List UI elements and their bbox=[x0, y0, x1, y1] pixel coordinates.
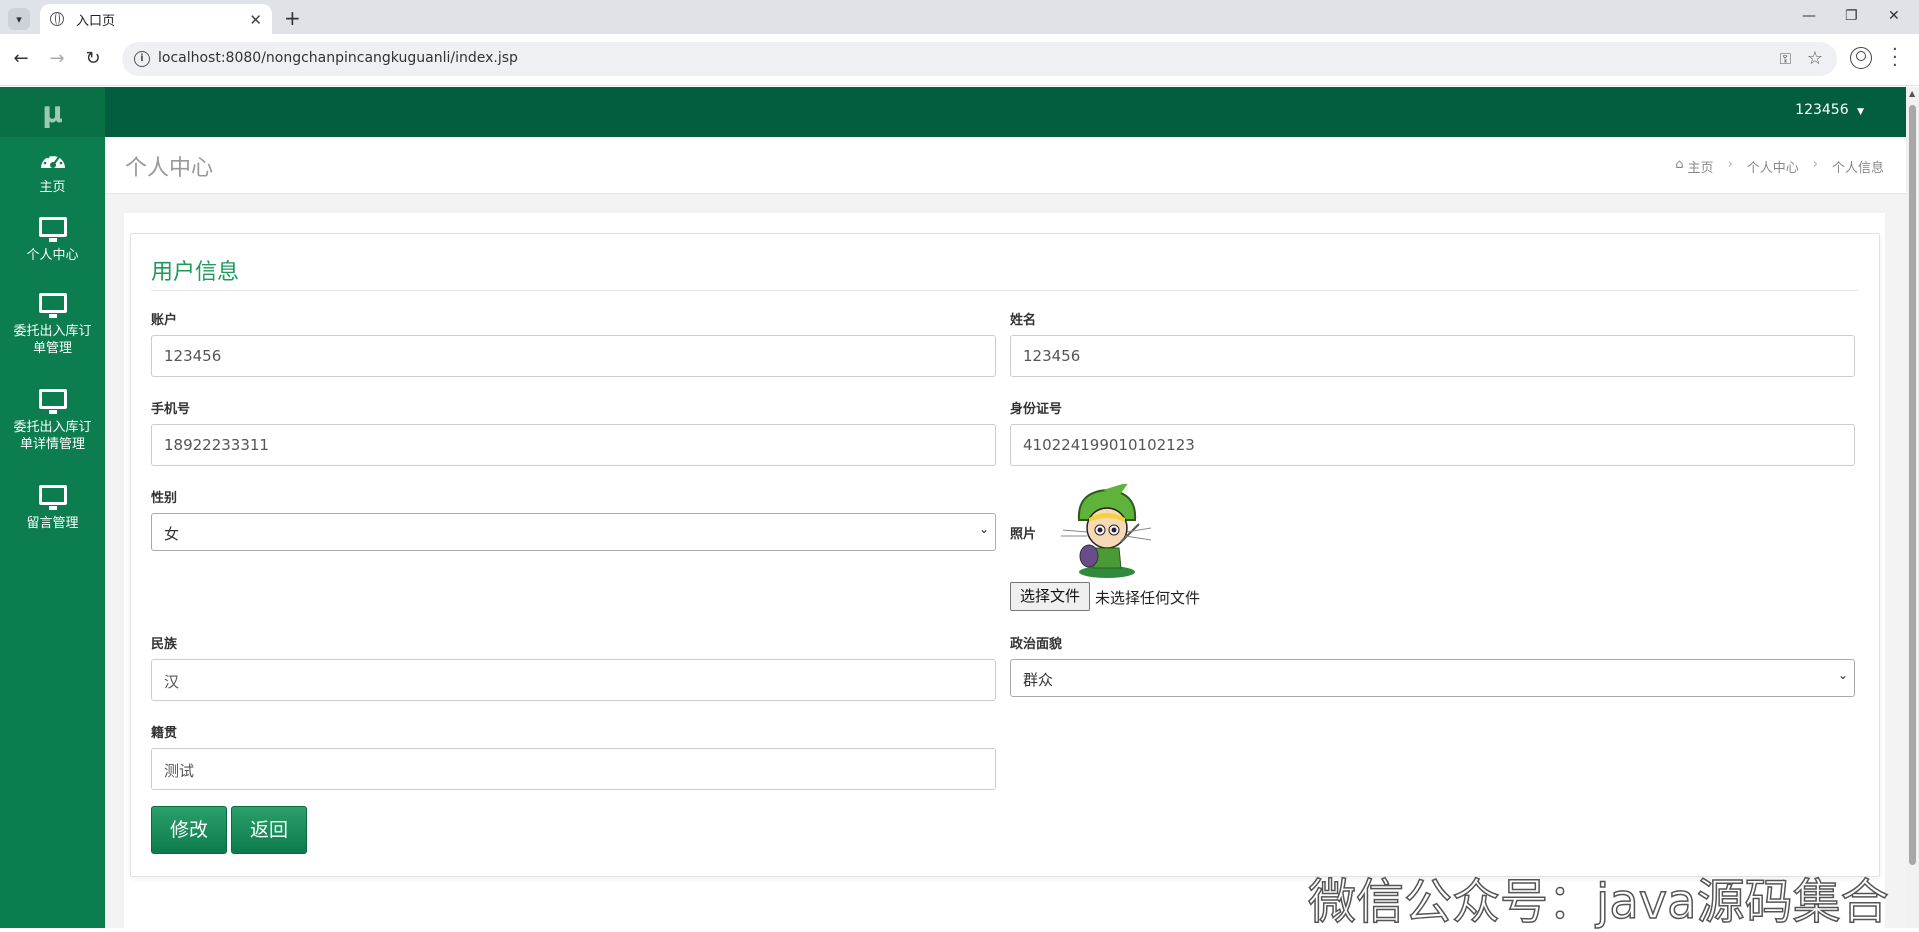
chevron-right-icon: › bbox=[1727, 157, 1733, 172]
phone-input[interactable]: 18922233311 bbox=[151, 424, 996, 466]
file-status: 未选择任何文件 bbox=[1095, 589, 1201, 607]
sidebar-item-personal-center[interactable]: 个人中心 bbox=[0, 217, 105, 287]
back-button[interactable]: 返回 bbox=[231, 806, 307, 854]
close-window-icon[interactable]: ✕ bbox=[1888, 8, 1900, 24]
new-tab-icon[interactable]: + bbox=[284, 6, 301, 30]
photo-label: 照片 bbox=[1010, 527, 1037, 542]
account-label: 账户 bbox=[151, 313, 178, 328]
sidebar-item-label: 主页 bbox=[39, 180, 66, 195]
sidebar-item-label: 委托出入库订单详情管理 bbox=[13, 420, 92, 452]
id-number-label: 身份证号 bbox=[1010, 402, 1063, 417]
chevron-right-icon: › bbox=[1812, 157, 1818, 172]
tab-title: 入口页 bbox=[76, 13, 116, 29]
scrollbar[interactable]: ▲ bbox=[1906, 87, 1919, 928]
card-title: 用户信息 bbox=[151, 260, 240, 285]
dashboard-icon bbox=[40, 153, 65, 168]
breadcrumb-center[interactable]: 个人中心 bbox=[1747, 157, 1799, 176]
scroll-up-icon[interactable]: ▲ bbox=[1909, 89, 1915, 98]
monitor-icon bbox=[38, 485, 67, 510]
sidebar-item-label: 委托出入库订单管理 bbox=[13, 324, 92, 356]
divider bbox=[151, 290, 1858, 291]
reload-icon[interactable]: ↻ bbox=[82, 48, 104, 69]
logo: μ bbox=[0, 87, 105, 137]
page-title: 个人中心 bbox=[125, 156, 214, 181]
choose-file-button[interactable]: 选择文件 bbox=[1010, 582, 1090, 611]
gender-select[interactable]: 女 ⌄ bbox=[151, 513, 996, 551]
scrollbar-thumb[interactable] bbox=[1909, 105, 1916, 865]
restore-icon[interactable]: ❐ bbox=[1845, 8, 1858, 24]
submit-button[interactable]: 修改 bbox=[151, 806, 227, 854]
gender-selected: 女 bbox=[164, 525, 180, 543]
politics-selected: 群众 bbox=[1023, 671, 1054, 689]
ethnicity-input[interactable]: 汉 bbox=[151, 659, 996, 701]
key-icon[interactable]: ⚿ bbox=[1780, 50, 1791, 68]
chevron-down-icon: ⌄ bbox=[978, 522, 989, 536]
tab-strip: ▾ 入口页 ✕ + — ❐ ✕ bbox=[0, 0, 1919, 34]
chevron-down-icon: ⌄ bbox=[1837, 668, 1848, 682]
profile-icon[interactable] bbox=[1850, 47, 1872, 69]
politics-select[interactable]: 群众 ⌄ bbox=[1010, 659, 1855, 697]
sidebar-item-home[interactable]: 主页 bbox=[0, 149, 105, 215]
close-icon[interactable]: ✕ bbox=[249, 11, 262, 29]
ethnicity-label: 民族 bbox=[151, 637, 178, 652]
avatar bbox=[1061, 484, 1152, 578]
forward-icon[interactable]: → bbox=[46, 48, 68, 69]
tab-active[interactable]: 入口页 ✕ bbox=[40, 4, 272, 34]
info-icon[interactable]: i bbox=[134, 51, 150, 67]
address-bar[interactable]: i localhost:8080/nongchanpincangkuguanli… bbox=[122, 42, 1837, 76]
sidebar-item-messages[interactable]: 留言管理 bbox=[0, 485, 105, 545]
name-label: 姓名 bbox=[1010, 313, 1037, 328]
breadcrumb-current: 个人信息 bbox=[1831, 161, 1884, 176]
gender-label: 性别 bbox=[151, 491, 178, 506]
monitor-icon bbox=[38, 293, 67, 318]
page-header: 个人中心 ⌂ 主页 › 个人中心 › 个人信息 bbox=[105, 137, 1906, 194]
monitor-icon bbox=[38, 217, 67, 242]
url-text[interactable]: localhost:8080/nongchanpincangkuguanli/i… bbox=[158, 50, 518, 66]
back-icon[interactable]: ← bbox=[10, 48, 32, 69]
origin-label: 籍贯 bbox=[151, 726, 178, 741]
politics-label: 政治面貌 bbox=[1010, 637, 1063, 652]
origin-input[interactable]: 测试 bbox=[151, 748, 996, 790]
sidebar-item-label: 留言管理 bbox=[26, 516, 79, 531]
minimize-icon[interactable]: — bbox=[1802, 8, 1816, 24]
username: 123456 bbox=[1795, 102, 1849, 118]
breadcrumb: ⌂ 主页 › 个人中心 › 个人信息 bbox=[1675, 157, 1884, 176]
sidebar-item-label: 个人中心 bbox=[26, 248, 79, 263]
tab-list-icon[interactable]: ▾ bbox=[8, 8, 30, 30]
name-input[interactable]: 123456 bbox=[1010, 335, 1855, 377]
monitor-icon bbox=[38, 389, 67, 414]
home-icon: ⌂ bbox=[1675, 157, 1684, 172]
browser-window: ▾ 入口页 ✕ + — ❐ ✕ ← → ↻ i localhost:8080/n… bbox=[0, 0, 1919, 931]
phone-label: 手机号 bbox=[151, 402, 191, 417]
caret-down-icon: ▼ bbox=[1857, 107, 1864, 117]
breadcrumb-home[interactable]: 主页 bbox=[1688, 157, 1714, 176]
menu-icon[interactable]: · · · bbox=[1892, 41, 1898, 75]
user-menu[interactable]: 123456 ▼ bbox=[1795, 102, 1864, 118]
sidebar: μ 主页 个人中心 委托出入库订单管理 委托出入库订单详情管理 留言管理 bbox=[0, 87, 105, 928]
sidebar-item-order-detail-management[interactable]: 委托出入库订单详情管理 bbox=[0, 389, 105, 481]
id-number-input[interactable]: 410224199010102123 bbox=[1010, 424, 1855, 466]
browser-toolbar: ← → ↻ i localhost:8080/nongchanpincangku… bbox=[0, 34, 1919, 86]
top-navbar: 123456 ▼ bbox=[105, 87, 1906, 137]
account-input[interactable]: 123456 bbox=[151, 335, 996, 377]
star-icon[interactable]: ☆ bbox=[1807, 48, 1823, 69]
sidebar-item-order-management[interactable]: 委托出入库订单管理 bbox=[0, 293, 105, 385]
globe-icon bbox=[50, 12, 64, 26]
watermark: 微信公众号：java源码集合 bbox=[1307, 873, 1889, 931]
